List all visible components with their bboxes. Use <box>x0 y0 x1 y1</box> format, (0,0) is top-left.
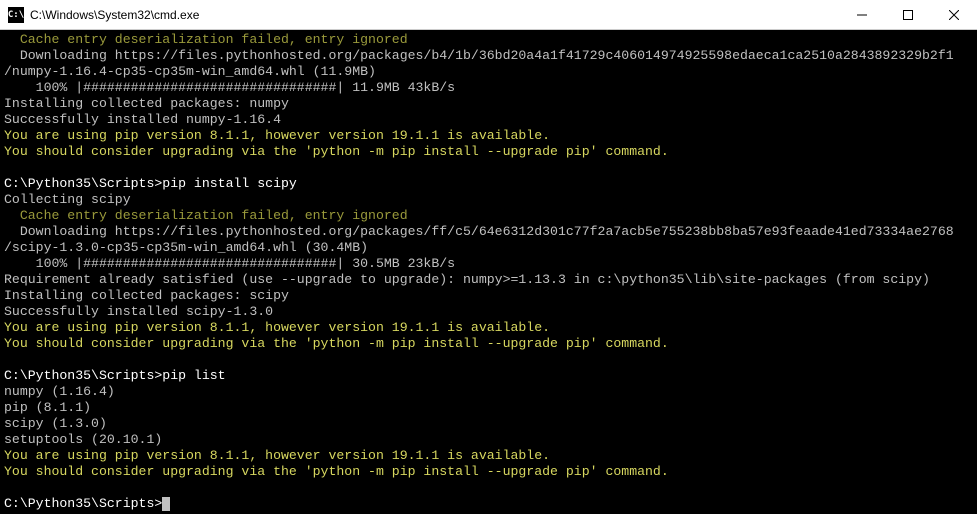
output-text: Downloading https://files.pythonhosted.o… <box>4 224 954 239</box>
minimize-button[interactable] <box>839 0 885 29</box>
cmd-icon: C:\ <box>8 7 24 23</box>
output-text: Installing collected packages: scipy <box>4 288 289 303</box>
output-text: Installing collected packages: numpy <box>4 96 289 111</box>
terminal-line: setuptools (20.10.1) <box>4 432 973 448</box>
output-text: You are using pip version 8.1.1, however… <box>4 320 550 335</box>
terminal-line: You should consider upgrading via the 'p… <box>4 144 973 160</box>
terminal-line: Installing collected packages: scipy <box>4 288 973 304</box>
output-text: pip (8.1.1) <box>4 400 91 415</box>
window-controls <box>839 0 977 29</box>
output-text: 100% |################################| … <box>4 256 455 271</box>
window-titlebar: C:\ C:\Windows\System32\cmd.exe <box>0 0 977 30</box>
terminal-line: Downloading https://files.pythonhosted.o… <box>4 48 973 64</box>
prompt: C:\Python35\Scripts> <box>4 368 162 383</box>
output-text: You are using pip version 8.1.1, however… <box>4 128 550 143</box>
output-text: Successfully installed scipy-1.3.0 <box>4 304 273 319</box>
terminal-line: You are using pip version 8.1.1, however… <box>4 320 973 336</box>
terminal-line: 100% |################################| … <box>4 256 973 272</box>
output-text: /numpy-1.16.4-cp35-cp35m-win_amd64.whl (… <box>4 64 376 79</box>
terminal-line: Installing collected packages: numpy <box>4 96 973 112</box>
terminal-line: Collecting scipy <box>4 192 973 208</box>
cursor <box>162 497 170 511</box>
terminal-line: 100% |################################| … <box>4 80 973 96</box>
close-icon <box>949 10 959 20</box>
output-text: Cache entry deserialization failed, entr… <box>4 32 408 47</box>
output-text: Cache entry deserialization failed, entr… <box>4 208 408 223</box>
command-text: pip list <box>162 368 225 383</box>
output-text: setuptools (20.10.1) <box>4 432 162 447</box>
output-text: You should consider upgrading via the 'p… <box>4 144 669 159</box>
prompt: C:\Python35\Scripts> <box>4 176 162 191</box>
terminal-output[interactable]: Cache entry deserialization failed, entr… <box>0 30 977 514</box>
terminal-line: Downloading https://files.pythonhosted.o… <box>4 224 973 240</box>
terminal-line: /numpy-1.16.4-cp35-cp35m-win_amd64.whl (… <box>4 64 973 80</box>
output-text: You should consider upgrading via the 'p… <box>4 336 669 351</box>
terminal-line: numpy (1.16.4) <box>4 384 973 400</box>
minimize-icon <box>857 10 867 20</box>
terminal-line: Successfully installed scipy-1.3.0 <box>4 304 973 320</box>
output-text: 100% |################################| … <box>4 80 455 95</box>
output-text: Collecting scipy <box>4 192 131 207</box>
output-text: scipy (1.3.0) <box>4 416 107 431</box>
close-button[interactable] <box>931 0 977 29</box>
terminal-line: C:\Python35\Scripts> <box>4 496 973 512</box>
terminal-line: You should consider upgrading via the 'p… <box>4 336 973 352</box>
terminal-line: C:\Python35\Scripts>pip list <box>4 368 973 384</box>
terminal-line: /scipy-1.3.0-cp35-cp35m-win_amd64.whl (3… <box>4 240 973 256</box>
output-text: numpy (1.16.4) <box>4 384 115 399</box>
terminal-line: scipy (1.3.0) <box>4 416 973 432</box>
terminal-line <box>4 480 973 496</box>
command-text: pip install scipy <box>162 176 297 191</box>
prompt: C:\Python35\Scripts> <box>4 496 162 511</box>
output-text: Requirement already satisfied (use --upg… <box>4 272 930 287</box>
window-title: C:\Windows\System32\cmd.exe <box>30 8 839 22</box>
terminal-line: Successfully installed numpy-1.16.4 <box>4 112 973 128</box>
terminal-line: Cache entry deserialization failed, entr… <box>4 208 973 224</box>
terminal-line <box>4 352 973 368</box>
terminal-line: pip (8.1.1) <box>4 400 973 416</box>
maximize-button[interactable] <box>885 0 931 29</box>
terminal-line: You are using pip version 8.1.1, however… <box>4 448 973 464</box>
output-text: You are using pip version 8.1.1, however… <box>4 448 550 463</box>
terminal-line <box>4 160 973 176</box>
terminal-line: Requirement already satisfied (use --upg… <box>4 272 973 288</box>
maximize-icon <box>903 10 913 20</box>
terminal-line: You are using pip version 8.1.1, however… <box>4 128 973 144</box>
output-text: You should consider upgrading via the 'p… <box>4 464 669 479</box>
output-text: Successfully installed numpy-1.16.4 <box>4 112 281 127</box>
terminal-line: You should consider upgrading via the 'p… <box>4 464 973 480</box>
output-text: Downloading https://files.pythonhosted.o… <box>4 48 954 63</box>
output-text: /scipy-1.3.0-cp35-cp35m-win_amd64.whl (3… <box>4 240 368 255</box>
terminal-line: Cache entry deserialization failed, entr… <box>4 32 973 48</box>
terminal-line: C:\Python35\Scripts>pip install scipy <box>4 176 973 192</box>
